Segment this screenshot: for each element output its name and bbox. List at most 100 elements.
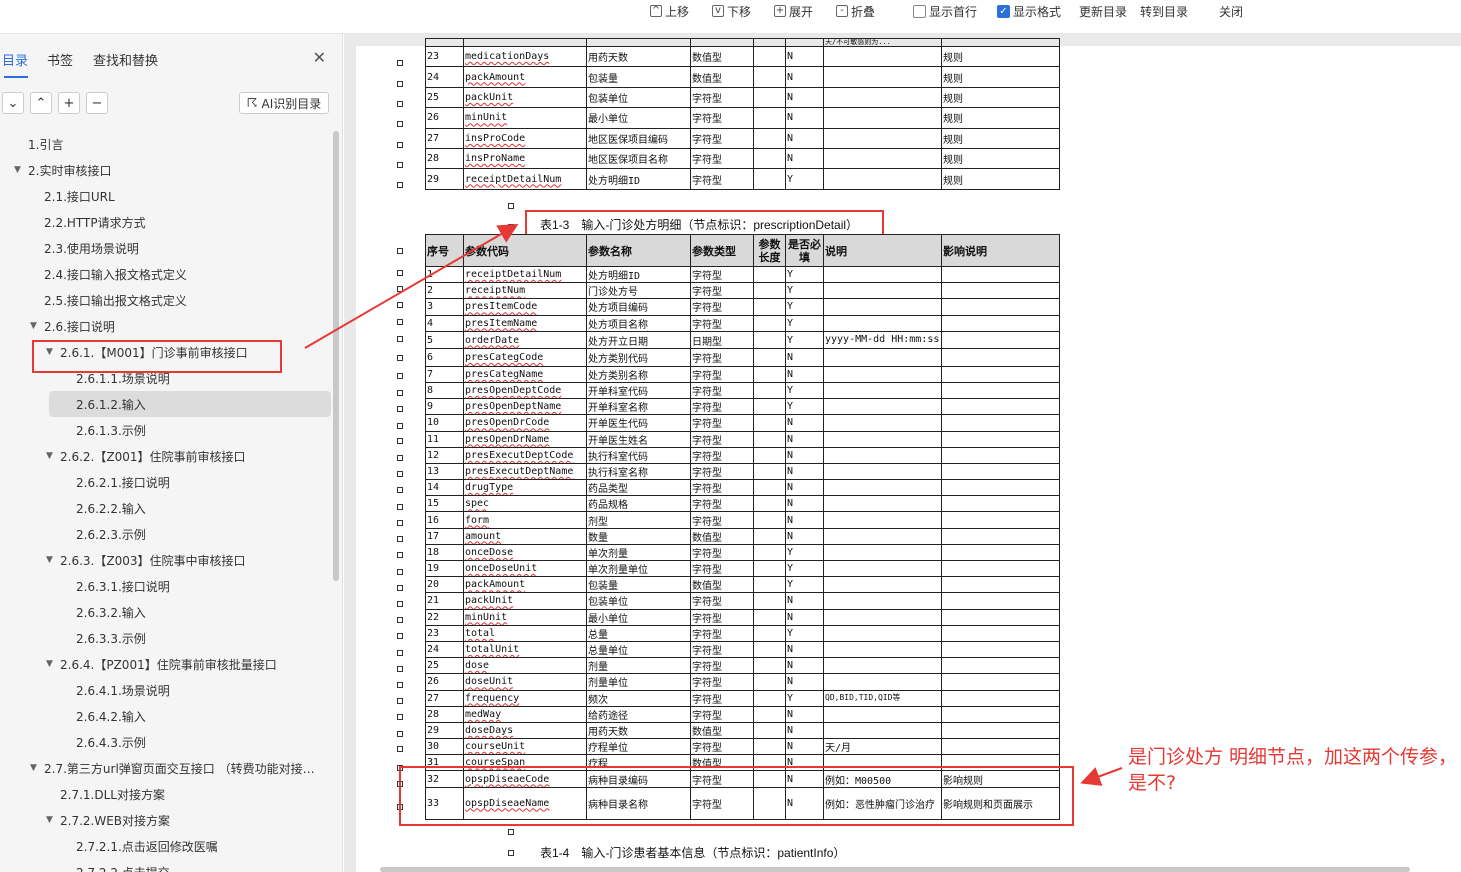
move-down-button[interactable]: v 下移 bbox=[712, 2, 751, 20]
table-cell: N bbox=[785, 738, 824, 756]
table-cell: 执行科室代码 bbox=[586, 446, 691, 464]
toc-item[interactable]: 2.6.2.2.输入 bbox=[0, 495, 335, 521]
show-format-checkbox[interactable]: ✓ 显示格式 bbox=[997, 2, 1061, 20]
remove-heading-button[interactable]: − bbox=[86, 92, 108, 114]
collapse-all-button[interactable]: ⌄ bbox=[2, 92, 24, 114]
toc-item-label: 2.6.4.3.示例 bbox=[76, 735, 146, 750]
toc-item[interactable]: 2.7.1.DLL对接方案 bbox=[0, 781, 335, 807]
toc-item[interactable]: 2.6.4.3.示例 bbox=[0, 729, 335, 755]
toc-item[interactable]: ▼ 2.实时审核接口 bbox=[0, 157, 335, 183]
table-cell: 天/月 bbox=[823, 738, 942, 756]
toc-item[interactable]: 2.7.2.1.点击返回修改医嘱 bbox=[0, 833, 335, 859]
paragraph-mark-icon bbox=[397, 601, 403, 607]
table-cell: 日期型 bbox=[690, 330, 754, 350]
show-first-line-checkbox[interactable]: 显示首行 bbox=[913, 2, 977, 20]
toc-item[interactable]: ▼ 2.6.接口说明 bbox=[0, 313, 335, 339]
column-header: 是否必填 bbox=[785, 234, 824, 267]
toc-item[interactable]: 2.6.4.1.场景说明 bbox=[0, 677, 335, 703]
expand-arrow-icon[interactable]: ▼ bbox=[46, 659, 53, 669]
table-cell: 7 bbox=[425, 365, 464, 383]
toc-item[interactable]: 2.6.3.3.示例 bbox=[0, 625, 335, 651]
toc-item[interactable]: 2.6.2.3.示例 bbox=[0, 521, 335, 547]
table-cell bbox=[941, 479, 1060, 497]
table-cell bbox=[941, 495, 1060, 513]
table-cell bbox=[941, 640, 1060, 659]
toc-item[interactable]: 2.6.2.1.接口说明 bbox=[0, 469, 335, 495]
table-cell: 字符型 bbox=[690, 430, 754, 448]
paragraph-mark-icon bbox=[508, 224, 514, 230]
table-cell: receiptDetailNum bbox=[463, 168, 587, 190]
tab-find-replace[interactable]: 查找和替换 bbox=[93, 50, 158, 69]
toc-scrollbar[interactable] bbox=[333, 131, 339, 581]
toc-item[interactable]: ▼ 2.6.2.【Z001】住院事前审核接口 bbox=[0, 443, 335, 469]
toc-item[interactable]: 2.3.使用场景说明 bbox=[0, 235, 335, 261]
table-cell: 字符型 bbox=[690, 107, 754, 129]
table-cell: N bbox=[785, 527, 824, 545]
table-cell bbox=[753, 673, 786, 691]
update-toc-button[interactable]: 更新目录 bbox=[1079, 2, 1127, 20]
toc-item[interactable]: ▼ 2.6.3.【Z003】住院事中审核接口 bbox=[0, 547, 335, 573]
toc-item[interactable]: 2.1.接口URL bbox=[0, 183, 335, 209]
expand-arrow-icon[interactable]: ▼ bbox=[46, 451, 53, 461]
table-cell: N bbox=[785, 462, 824, 481]
toc-item[interactable]: 2.6.3.2.输入 bbox=[0, 599, 335, 625]
expand-arrow-icon[interactable]: ▼ bbox=[46, 815, 53, 825]
close-button[interactable]: 关闭 bbox=[1219, 2, 1243, 20]
move-up-button[interactable]: ^ 上移 bbox=[650, 2, 689, 20]
paragraph-mark-icon bbox=[397, 633, 403, 639]
expand-arrow-icon[interactable]: ▼ bbox=[14, 165, 21, 175]
toc-item[interactable]: 2.7.2.2.点击提交 bbox=[0, 859, 335, 872]
toc-item[interactable]: 2.4.接口输入报文格式定义 bbox=[0, 261, 335, 287]
table-cell: insProName bbox=[463, 147, 587, 170]
toc-item[interactable]: ▼ 2.6.4.【PZ001】住院事前审核批量接口 bbox=[0, 651, 335, 677]
expand-arrow-icon[interactable]: ▼ bbox=[30, 321, 37, 331]
expand-button[interactable]: + 展开 bbox=[774, 2, 813, 20]
toc-item[interactable]: 2.6.1.3.示例 bbox=[0, 417, 335, 443]
toc-item[interactable]: 2.6.4.2.输入 bbox=[0, 703, 335, 729]
table-cell bbox=[753, 282, 786, 300]
table-cell: 字符型 bbox=[690, 738, 754, 756]
toc-item[interactable]: 2.5.接口输出报文格式定义 bbox=[0, 287, 335, 313]
table-cell bbox=[941, 592, 1060, 610]
table-cell bbox=[941, 624, 1060, 642]
table-cell bbox=[941, 330, 1060, 350]
toc-item-label: 2.6.3.【Z003】住院事中审核接口 bbox=[60, 553, 246, 568]
table-cell: doseUnit bbox=[463, 673, 587, 691]
expand-level-button[interactable]: ⌃ bbox=[30, 92, 52, 114]
table-cell bbox=[823, 348, 942, 367]
toc-item[interactable]: ▼ 2.7.2.WEB对接方案 bbox=[0, 807, 335, 833]
minus-icon: − bbox=[91, 95, 103, 111]
table-cell bbox=[753, 398, 786, 416]
table-cell: 规则 bbox=[941, 86, 1060, 109]
expand-arrow-icon[interactable]: ▼ bbox=[30, 763, 37, 773]
toc-item[interactable]: ▼ 2.7.第三方url弹窗页面交互接口 （转费功能对接… bbox=[0, 755, 335, 781]
table-cell: 12 bbox=[425, 446, 464, 464]
table-cell: packUnit bbox=[463, 592, 587, 610]
goto-toc-button[interactable]: 转到目录 bbox=[1140, 2, 1188, 20]
table-cell bbox=[753, 738, 786, 756]
toc-item[interactable]: 2.6.3.1.接口说明 bbox=[0, 573, 335, 599]
table-row: 27 frequency 频次 字符型 Y QD,BID,TID,QID等 bbox=[425, 689, 1060, 707]
table-cell: packUnit bbox=[463, 86, 587, 109]
toc-item[interactable]: 1.引言 bbox=[0, 131, 335, 157]
tab-toc[interactable]: 目录 bbox=[2, 50, 28, 69]
toc-item-label: 2.7.2.1.点击返回修改医嘱 bbox=[76, 839, 218, 854]
tab-bookmarks[interactable]: 书签 bbox=[47, 50, 73, 69]
toc-item-label: 2.6.4.1.场景说明 bbox=[76, 683, 170, 698]
toc-item[interactable]: 2.6.1.2.输入 bbox=[49, 391, 331, 417]
toc-item[interactable]: 2.2.HTTP请求方式 bbox=[0, 209, 335, 235]
add-heading-button[interactable]: + bbox=[58, 92, 80, 114]
table-cell: 14 bbox=[425, 479, 464, 497]
table-cell bbox=[753, 576, 786, 594]
table-cell: 字符型 bbox=[690, 608, 754, 626]
horizontal-scrollbar[interactable] bbox=[380, 867, 1410, 872]
collapse-button[interactable]: - 折叠 bbox=[836, 2, 875, 20]
move-up-icon: ^ bbox=[650, 5, 662, 17]
column-header: 影响说明 bbox=[941, 234, 1060, 267]
expand-arrow-icon[interactable]: ▼ bbox=[46, 555, 53, 565]
paragraph-mark-icon bbox=[397, 617, 403, 623]
close-pane-icon[interactable]: ✕ bbox=[313, 48, 326, 67]
ai-recognize-toc-button[interactable]: ☈ AI识别目录 bbox=[239, 92, 329, 114]
paragraph-mark-icon bbox=[397, 302, 403, 308]
toc-item-label: 2.6.2.1.接口说明 bbox=[76, 475, 170, 490]
